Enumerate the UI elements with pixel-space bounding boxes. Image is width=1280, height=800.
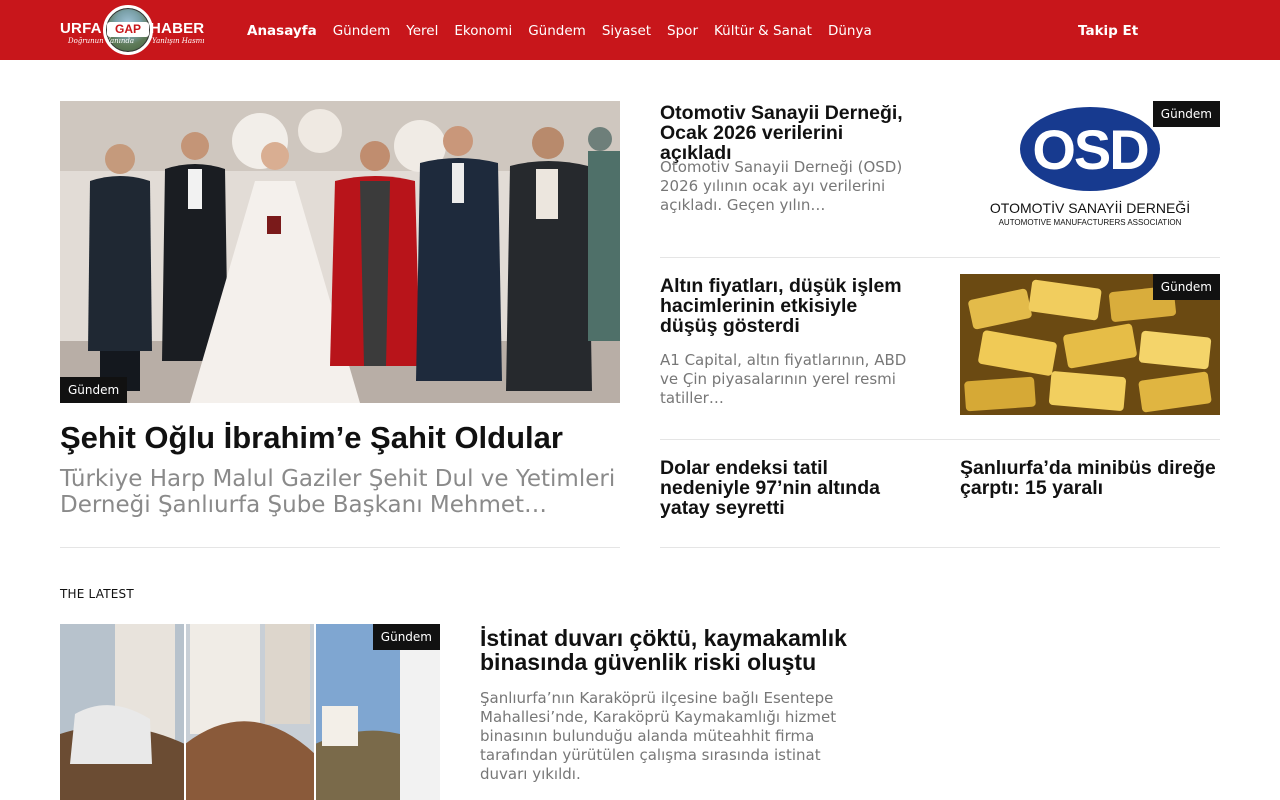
nav-item-gundem[interactable]: Gündem bbox=[333, 22, 391, 40]
side-article-2-image[interactable]: Gündem bbox=[960, 274, 1220, 415]
side-article-4-title[interactable]: Şanlıurfa’da minibüs direğe çarptı: 15 y… bbox=[960, 458, 1220, 498]
nav-item-anasayfa[interactable]: Anasayfa bbox=[247, 22, 317, 40]
logo-word-gap: GAP bbox=[107, 22, 149, 37]
nav-item-yerel[interactable]: Yerel bbox=[406, 22, 438, 40]
site-header: URFA GAP HABER Doğrunun Yanında Yanlışın… bbox=[0, 0, 1280, 60]
logo-tagline-left: Doğrunun Yanında bbox=[68, 37, 135, 45]
side-article-1-excerpt: Otomotiv Sanayii Derneği (OSD) 2026 yılı… bbox=[660, 158, 903, 214]
nav-item-siyaset[interactable]: Siyaset bbox=[602, 22, 651, 40]
nav-item-gundem-2[interactable]: Gündem bbox=[528, 22, 586, 40]
nav-item-dunya[interactable]: Dünya bbox=[828, 22, 872, 40]
side-divider-3 bbox=[660, 547, 1220, 548]
latest-article-image[interactable]: Gündem bbox=[60, 624, 440, 800]
main-nav: Anasayfa Gündem Yerel Ekonomi Gündem Siy… bbox=[247, 22, 888, 40]
side-article-1-image[interactable]: OSD OTOMOTİV SANAYİİ DERNEĞİ AUTOMOTIVE … bbox=[960, 101, 1220, 241]
side-article-2-category-badge[interactable]: Gündem bbox=[1152, 274, 1220, 300]
latest-article-excerpt: Şanlıurfa’nın Karaköprü ilçesine bağlı E… bbox=[480, 689, 837, 783]
hero-image[interactable]: Gündem bbox=[60, 101, 620, 403]
nav-item-spor[interactable]: Spor bbox=[667, 22, 698, 40]
osd-name-text: OTOMOTİV SANAYİİ DERNEĞİ bbox=[990, 199, 1190, 216]
follow-button[interactable]: Takip Et bbox=[1078, 22, 1138, 40]
latest-article-title[interactable]: İstinat duvarı çöktü, kaymakamlık binası… bbox=[480, 626, 860, 674]
side-article-2-excerpt: A1 Capital, altın fiyatlarının, ABD ve Ç… bbox=[660, 351, 907, 407]
nav-item-ekonomi[interactable]: Ekonomi bbox=[454, 22, 512, 40]
side-divider-1 bbox=[660, 257, 1220, 258]
latest-category-badge[interactable]: Gündem bbox=[372, 624, 440, 650]
site-logo[interactable]: URFA GAP HABER Doğrunun Yanında Yanlışın… bbox=[60, 4, 206, 56]
osd-subtitle-text: AUTOMOTIVE MANUFACTURERS ASSOCIATION bbox=[999, 218, 1182, 227]
nav-item-kultur-sanat[interactable]: Kültür & Sanat bbox=[714, 22, 812, 40]
hero-excerpt: Türkiye Harp Malul Gaziler Şehit Dul ve … bbox=[60, 466, 616, 518]
collapsed-wall-illustration bbox=[60, 624, 440, 800]
logo-word-haber: HABER bbox=[150, 20, 205, 37]
hero-divider bbox=[60, 547, 620, 548]
logo-tagline-right: Yanlışın Hasmı bbox=[152, 37, 205, 45]
hero-category-badge[interactable]: Gündem bbox=[60, 377, 128, 403]
side-article-3-title[interactable]: Dolar endeksi tatil nedeniyle 97’nin alt… bbox=[660, 458, 920, 518]
latest-section-label: THE LATEST bbox=[60, 587, 134, 601]
osd-logo-text: OSD bbox=[1032, 118, 1148, 181]
side-article-1-category-badge[interactable]: Gündem bbox=[1152, 101, 1220, 127]
side-divider-2 bbox=[660, 439, 1220, 440]
wedding-photo-illustration bbox=[60, 101, 620, 403]
logo-word-urfa: URFA bbox=[60, 20, 102, 37]
side-article-2-title[interactable]: Altın fiyatları, düşük işlem hacimlerini… bbox=[660, 276, 920, 336]
hero-title[interactable]: Şehit Oğlu İbrahim’e Şahit Oldular bbox=[60, 420, 620, 456]
side-article-1-title[interactable]: Otomotiv Sanayii Derneği, Ocak 2026 veri… bbox=[660, 103, 920, 163]
